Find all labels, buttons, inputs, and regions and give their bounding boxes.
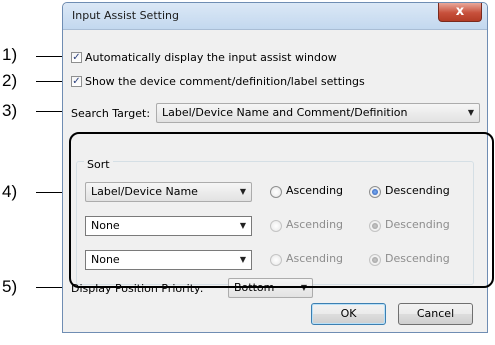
title-bar: Input Assist Setting x (63, 3, 487, 30)
callout-5: 5) (2, 277, 18, 296)
callout-2: 2) (2, 71, 18, 90)
ok-button[interactable]: OK (311, 303, 386, 325)
show-settings-label[interactable]: Show the device comment/definition/label… (85, 75, 365, 88)
callout-4: 4) (2, 182, 18, 201)
cancel-button[interactable]: Cancel (398, 303, 473, 325)
callout-3: 3) (2, 101, 18, 120)
close-icon: x (455, 4, 465, 19)
show-settings-checkbox[interactable]: ✓ (71, 76, 82, 87)
check-icon: ✓ (72, 76, 81, 87)
callout-1: 1) (2, 45, 18, 64)
close-button[interactable]: x (438, 3, 482, 22)
sort-highlight-frame (69, 132, 494, 288)
auto-display-label[interactable]: Automatically display the input assist w… (85, 51, 337, 64)
search-target-value: Label/Device Name and Comment/Definition (162, 106, 408, 119)
check-icon: ✓ (72, 52, 81, 63)
search-target-dropdown[interactable]: Label/Device Name and Comment/Definition… (156, 103, 480, 123)
auto-display-checkbox[interactable]: ✓ (71, 52, 82, 63)
search-target-label: Search Target: (71, 107, 151, 120)
chevron-down-icon: ▼ (467, 108, 474, 117)
dialog-title: Input Assist Setting (72, 9, 179, 22)
